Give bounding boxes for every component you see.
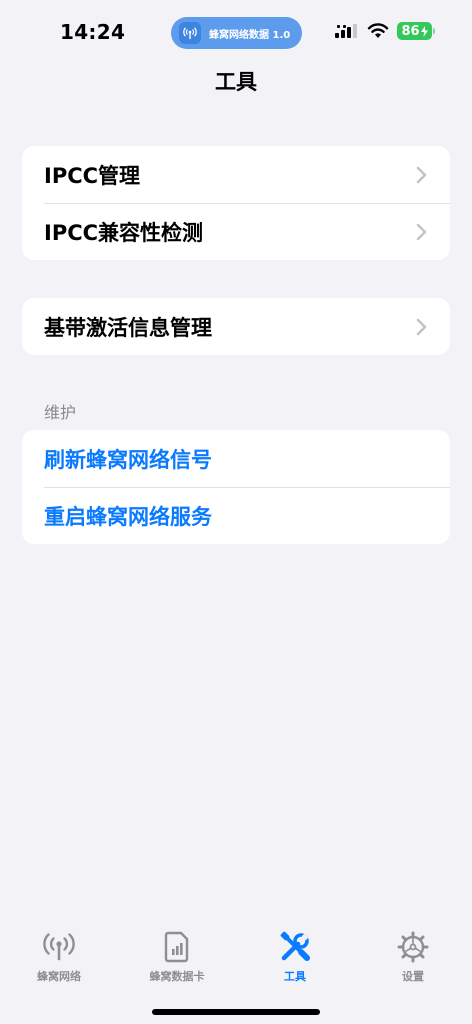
refresh-signal-button[interactable]: 刷新蜂窝网络信号 — [22, 430, 450, 487]
tab-settings[interactable]: 设置 — [354, 930, 472, 1000]
tab-cellular[interactable]: 蜂窝网络 — [0, 930, 118, 1000]
tab-tools[interactable]: 工具 — [236, 930, 354, 1000]
tab-bar: 蜂窝网络 蜂窝数据卡 工具 设置 — [0, 930, 472, 1000]
chevron-right-icon — [416, 318, 427, 335]
island-label: 蜂窝网络数据 1.0 — [209, 29, 291, 41]
tab-data-card[interactable]: 蜂窝数据卡 — [118, 930, 236, 1000]
status-time: 14:24 — [60, 20, 126, 44]
ipcc-compatibility-row[interactable]: IPCC兼容性检测 — [22, 203, 450, 260]
status-bar: 14:24 蜂窝网络数据 1.0 86 — [0, 0, 472, 64]
baseband-activation-row[interactable]: 基带激活信息管理 — [22, 298, 450, 355]
chevron-right-icon — [416, 223, 427, 240]
ipcc-management-row[interactable]: IPCC管理 — [22, 146, 450, 203]
row-label: 重启蜂窝网络服务 — [44, 504, 212, 529]
antenna-icon — [179, 22, 201, 44]
battery-level: 86 — [401, 23, 420, 39]
section-header-maintenance: 维护 — [44, 403, 77, 422]
row-label: IPCC兼容性检测 — [44, 220, 204, 245]
restart-service-button[interactable]: 重启蜂窝网络服务 — [22, 487, 450, 544]
chevron-right-icon — [416, 166, 427, 183]
battery-nub — [433, 28, 435, 34]
tab-label: 蜂窝网络 — [37, 970, 81, 983]
tab-label: 工具 — [284, 970, 306, 983]
ipcc-group: IPCC管理 IPCC兼容性检测 — [22, 146, 450, 260]
wifi-icon — [367, 23, 389, 38]
charging-bolt-icon — [420, 25, 428, 37]
row-label: 基带激活信息管理 — [44, 315, 212, 340]
baseband-group: 基带激活信息管理 — [22, 298, 450, 355]
tab-label: 设置 — [402, 970, 424, 983]
row-label: 刷新蜂窝网络信号 — [44, 447, 212, 472]
dynamic-island[interactable]: 蜂窝网络数据 1.0 — [171, 17, 302, 49]
antenna-icon — [42, 930, 76, 964]
cellular-signal-icon — [335, 24, 357, 38]
home-indicator[interactable] — [152, 1009, 320, 1015]
page-title: 工具 — [215, 70, 257, 94]
tab-label: 蜂窝数据卡 — [149, 970, 205, 983]
row-label: IPCC管理 — [44, 163, 141, 188]
sim-card-icon — [160, 930, 194, 964]
gear-icon — [396, 930, 430, 964]
maintenance-group: 刷新蜂窝网络信号 重启蜂窝网络服务 — [22, 430, 450, 544]
battery-indicator: 86 — [397, 22, 432, 40]
tools-icon — [278, 930, 312, 964]
